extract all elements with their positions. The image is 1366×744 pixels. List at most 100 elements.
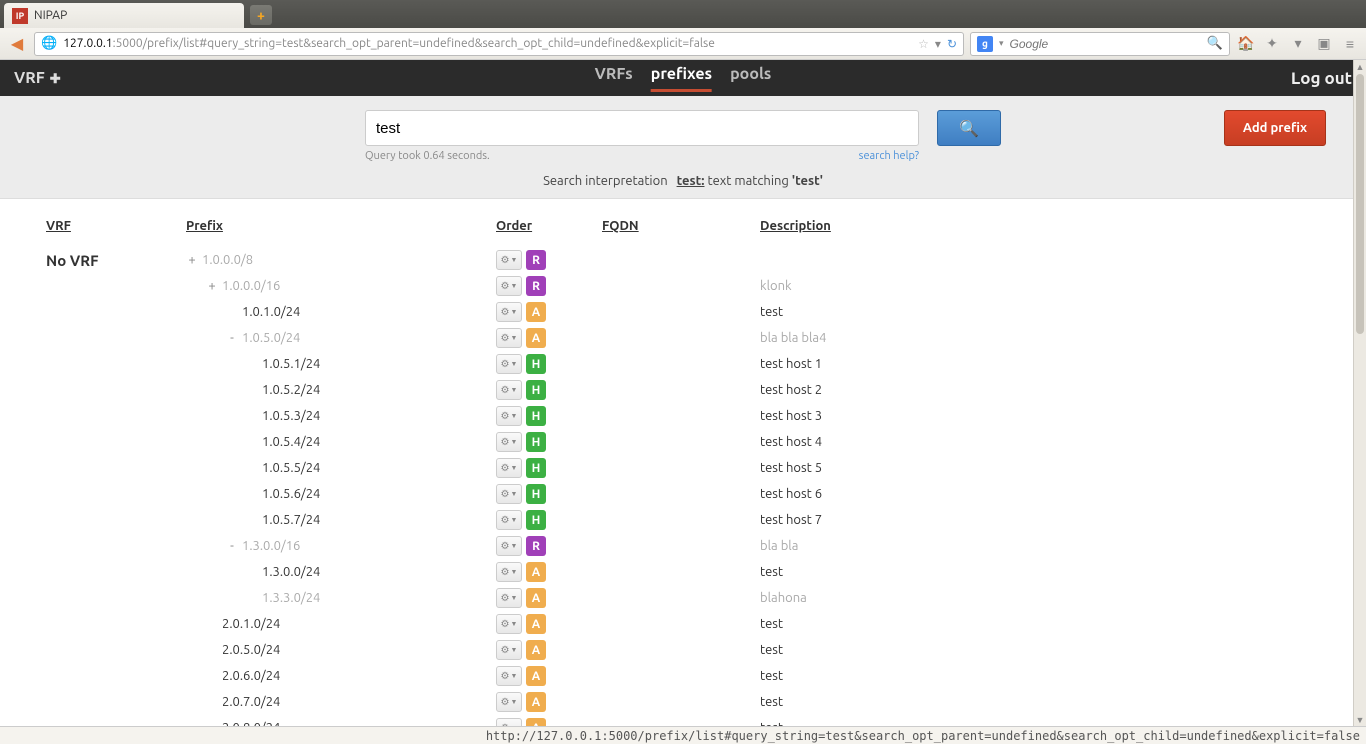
gear-button[interactable]: ⚙▼ [496,562,522,582]
cell-description: test [760,669,1320,683]
scroll-down-icon[interactable]: ▼ [1354,713,1366,726]
cell-prefix[interactable]: 1.0.5.6/24 [186,487,496,501]
prefix-text: 1.0.5.6/24 [262,487,320,501]
gear-button[interactable]: ⚙▼ [496,614,522,634]
prefix-text: 1.0.5.7/24 [262,513,320,527]
url-host: 127.0.0.1 [63,37,112,50]
cell-prefix[interactable]: +1.0.0.0/8 [186,253,496,267]
chevron-down-icon: ▼ [511,282,518,290]
toolbar-icon-1[interactable]: ✦ [1262,34,1282,54]
gear-button[interactable]: ⚙▼ [496,536,522,556]
search-button[interactable]: 🔍 [937,110,1001,146]
gear-button[interactable]: ⚙▼ [496,380,522,400]
gear-icon: ⚙ [501,514,510,526]
cell-prefix[interactable]: 1.3.3.0/24 [186,591,496,605]
prefix-search-input[interactable] [365,110,919,146]
google-icon: g [977,36,993,52]
reload-icon[interactable]: ↻ [947,37,957,51]
nav-prefixes[interactable]: prefixes [651,65,712,92]
cell-order: ⚙▼R [496,250,602,270]
type-badge-a: A [526,328,546,348]
menu-icon[interactable]: ≡ [1340,34,1360,54]
cell-prefix[interactable]: 2.0.6.0/24 [186,669,496,683]
gear-button[interactable]: ⚙▼ [496,276,522,296]
header-prefix[interactable]: Prefix [186,219,496,233]
vrf-add-button[interactable]: VRF ✚ [14,69,61,87]
logout-link[interactable]: Log out [1291,69,1352,88]
expand-icon[interactable]: + [206,279,218,293]
browser-tab-strip: IP NIPAP + [0,0,1366,28]
cell-prefix[interactable]: -1.3.0.0/16 [186,539,496,553]
url-dropdown-icon[interactable]: ▾ [935,37,941,51]
gear-button[interactable]: ⚙▼ [496,406,522,426]
add-prefix-button[interactable]: Add prefix [1224,110,1326,146]
cell-prefix[interactable]: 1.0.5.2/24 [186,383,496,397]
interp-term[interactable]: test: [677,174,705,188]
cell-prefix[interactable]: 2.0.1.0/24 [186,617,496,631]
chevron-down-icon: ▼ [511,620,518,628]
url-bar[interactable]: 🌐 127.0.0.1:5000/prefix/list#query_strin… [34,32,964,56]
browser-tab[interactable]: IP NIPAP [4,3,244,28]
gear-button[interactable]: ⚙▼ [496,640,522,660]
back-button[interactable]: ◀ [6,33,28,55]
table-row: 2.0.6.0/24⚙▼Atest [46,663,1320,689]
cell-prefix[interactable]: +1.0.0.0/16 [186,279,496,293]
new-tab-button[interactable]: + [250,5,272,25]
toolbar-dropdown-icon[interactable]: ▾ [1288,34,1308,54]
cell-prefix[interactable]: 1.3.0.0/24 [186,565,496,579]
scrollbar[interactable]: ▲ ▼ [1353,60,1366,726]
gear-icon: ⚙ [501,566,510,578]
android-icon[interactable]: ▣ [1314,34,1334,54]
app-navbar: VRF ✚ VRFs prefixes pools Log out [0,60,1366,96]
gear-button[interactable]: ⚙▼ [496,588,522,608]
cell-prefix[interactable]: 2.0.5.0/24 [186,643,496,657]
gear-button[interactable]: ⚙▼ [496,692,522,712]
cell-prefix[interactable]: 2.0.7.0/24 [186,695,496,709]
cell-order: ⚙▼H [496,354,602,374]
gear-button[interactable]: ⚙▼ [496,458,522,478]
gear-button[interactable]: ⚙▼ [496,250,522,270]
expand-icon[interactable]: + [186,253,198,267]
gear-button[interactable]: ⚙▼ [496,432,522,452]
gear-button[interactable]: ⚙▼ [496,302,522,322]
table-row: 1.3.0.0/24⚙▼Atest [46,559,1320,585]
gear-button[interactable]: ⚙▼ [496,328,522,348]
magnify-icon: 🔍 [959,119,979,138]
gear-icon: ⚙ [501,436,510,448]
search-engine-dropdown-icon[interactable]: ▾ [999,38,1004,49]
header-order[interactable]: Order [496,219,602,233]
collapse-icon[interactable]: - [226,331,238,345]
scroll-thumb[interactable] [1356,74,1364,334]
bookmark-icon[interactable]: ☆ [918,37,929,51]
collapse-icon[interactable]: - [226,539,238,553]
gear-button[interactable]: ⚙▼ [496,510,522,530]
gear-button[interactable]: ⚙▼ [496,666,522,686]
cell-prefix[interactable]: 1.0.1.0/24 [186,305,496,319]
nav-vrfs[interactable]: VRFs [595,65,633,92]
header-fqdn[interactable]: FQDN [602,219,760,233]
cell-prefix[interactable]: 1.0.5.5/24 [186,461,496,475]
home-icon[interactable]: 🏠 [1236,34,1256,54]
type-badge-h: H [526,510,546,530]
scroll-up-icon[interactable]: ▲ [1354,60,1366,73]
gear-button[interactable]: ⚙▼ [496,484,522,504]
search-help-link[interactable]: search help? [859,150,919,162]
gear-button[interactable]: ⚙▼ [496,354,522,374]
nav-pools[interactable]: pools [730,65,771,92]
search-icon[interactable]: 🔍 [1207,36,1223,51]
cell-order: ⚙▼A [496,614,602,634]
table-header: VRF Prefix Order FQDN Description [46,213,1320,239]
browser-search-input[interactable] [1010,37,1201,51]
cell-prefix[interactable]: 1.0.5.4/24 [186,435,496,449]
browser-search-bar[interactable]: g ▾ 🔍 [970,32,1230,56]
cell-prefix[interactable]: 1.0.5.1/24 [186,357,496,371]
header-description[interactable]: Description [760,219,1320,233]
cell-order: ⚙▼R [496,536,602,556]
header-vrf[interactable]: VRF [46,219,186,233]
type-badge-h: H [526,354,546,374]
table-row: 1.3.3.0/24⚙▼Ablahona [46,585,1320,611]
cell-prefix[interactable]: 1.0.5.3/24 [186,409,496,423]
cell-prefix[interactable]: 1.0.5.7/24 [186,513,496,527]
table-row: 1.0.1.0/24⚙▼Atest [46,299,1320,325]
cell-prefix[interactable]: -1.0.5.0/24 [186,331,496,345]
